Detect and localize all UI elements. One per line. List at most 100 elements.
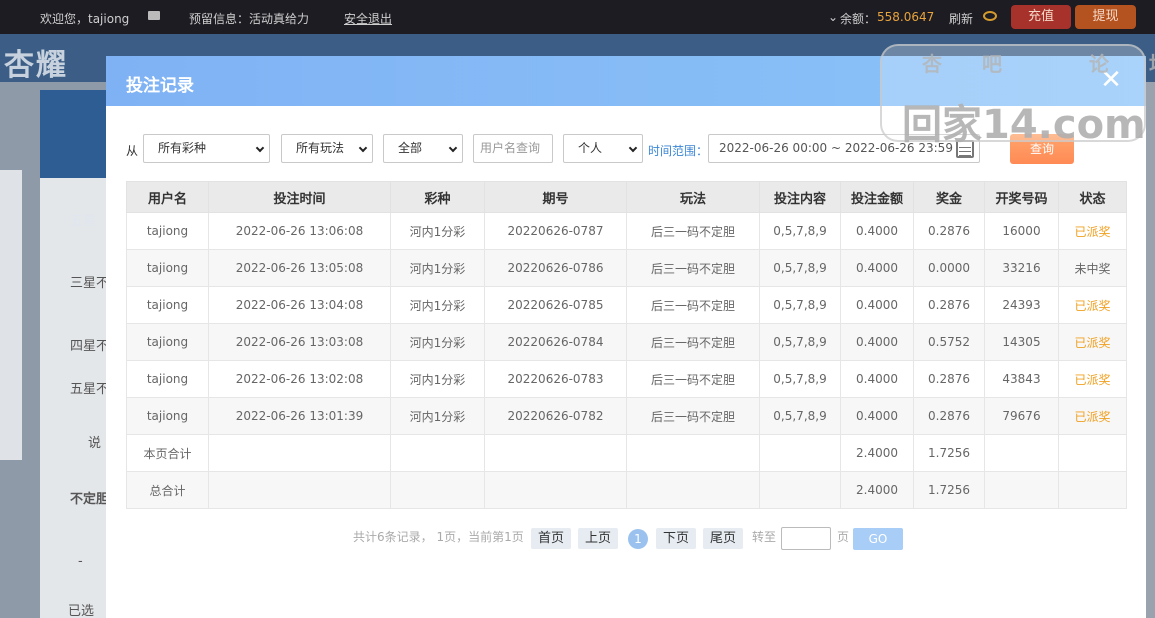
column-header: 开奖号码 — [984, 181, 1059, 213]
play-select-value: 所有玩法 — [296, 141, 345, 155]
withdraw-button[interactable]: 提现 — [1075, 5, 1136, 29]
cell-username: tajiong — [126, 360, 209, 398]
cell-draw-number: 79676 — [984, 397, 1059, 435]
cell-bonus: 0.5752 — [913, 323, 985, 361]
user-type-select[interactable]: 个人 — [563, 134, 643, 163]
cell-amount: 0.4000 — [840, 212, 914, 250]
table-row[interactable]: tajiong 2022-06-26 13:02:08 河内1分彩 202206… — [126, 360, 1127, 398]
cell-draw-number: 14305 — [984, 323, 1059, 361]
table-row[interactable]: tajiong 2022-06-26 13:04:08 河内1分彩 202206… — [126, 286, 1127, 324]
watermark-main-text: 回家14.com — [902, 102, 1146, 148]
cell-status: 已派奖 — [1058, 212, 1127, 250]
eye-hidden-icon[interactable] — [983, 11, 997, 21]
refresh-link[interactable]: 刷新 — [949, 10, 973, 27]
page-total-label: 本页合计 — [126, 434, 209, 472]
cell-bet-time: 2022-06-26 13:02:08 — [208, 360, 391, 398]
scope-select[interactable]: 全部 — [383, 134, 463, 163]
goto-page-input[interactable] — [781, 527, 831, 550]
cell-draw-number: 43843 — [984, 360, 1059, 398]
grand-total-bonus: 1.7256 — [913, 471, 985, 509]
cell-username: tajiong — [126, 397, 209, 435]
mail-icon[interactable] — [148, 11, 160, 20]
page-total-bonus: 1.7256 — [913, 434, 985, 472]
cell-username: tajiong — [126, 286, 209, 324]
background-right-strip — [1146, 82, 1155, 618]
cell-bet-time: 2022-06-26 13:03:08 — [208, 323, 391, 361]
cell-content: 0,5,7,8,9 — [759, 323, 841, 361]
cell-content: 0,5,7,8,9 — [759, 397, 841, 435]
cell-bonus: 0.2876 — [913, 360, 985, 398]
top-bar: 欢迎您，tajiong 预留信息：活动真给力 安全退出 ⌄ 余额： 558.06… — [0, 0, 1155, 34]
table-row[interactable]: tajiong 2022-06-26 13:01:39 河内1分彩 202206… — [126, 397, 1127, 435]
logout-link[interactable]: 安全退出 — [344, 10, 392, 27]
grand-total-row: 总合计 2.4000 1.7256 — [126, 471, 1127, 509]
bg-text: 五星 — [70, 214, 97, 229]
bg-text: - — [78, 554, 83, 569]
recharge-button[interactable]: 充值 — [1011, 5, 1071, 29]
cell-play: 后三一码不定胆 — [626, 212, 760, 250]
site-logo: 杏耀 — [4, 48, 68, 83]
cell-username: tajiong — [126, 323, 209, 361]
reserved-info: 预留信息：活动真给力 — [189, 12, 310, 26]
go-button[interactable]: GO — [853, 528, 903, 550]
prev-page-button[interactable]: 上页 — [578, 528, 619, 549]
last-page-button[interactable]: 尾页 — [703, 528, 744, 549]
chevron-down-icon — [255, 143, 265, 153]
username-search-input[interactable]: 用户名查询 — [473, 134, 553, 163]
chevron-down-icon — [448, 143, 458, 153]
cell-content: 0,5,7,8,9 — [759, 249, 841, 287]
column-header: 投注内容 — [759, 181, 841, 213]
cell-bonus: 0.2876 — [913, 286, 985, 324]
column-header: 奖金 — [913, 181, 985, 213]
page-total-amount: 2.4000 — [840, 434, 914, 472]
background-left-strip — [0, 170, 22, 460]
cell-status: 已派奖 — [1058, 360, 1127, 398]
welcome-text: 欢迎您，tajiong — [40, 12, 130, 26]
cell-draw-number: 16000 — [984, 212, 1059, 250]
page-unit-label: 页 — [837, 530, 850, 544]
next-page-button[interactable]: 下页 — [656, 528, 697, 549]
cell-bonus: 0.0000 — [913, 249, 985, 287]
cell-bonus: 0.2876 — [913, 397, 985, 435]
cell-status: 已派奖 — [1058, 397, 1127, 435]
cell-issue: 20220626-0782 — [484, 397, 627, 435]
column-header: 彩种 — [390, 181, 485, 213]
column-header: 用户名 — [126, 181, 209, 213]
cell-content: 0,5,7,8,9 — [759, 360, 841, 398]
cell-play: 后三一码不定胆 — [626, 323, 760, 361]
cell-draw-number: 33216 — [984, 249, 1059, 287]
column-header: 投注时间 — [208, 181, 391, 213]
cell-play: 后三一码不定胆 — [626, 360, 760, 398]
cell-amount: 0.4000 — [840, 397, 914, 435]
cell-lottery: 河内1分彩 — [390, 286, 485, 324]
cell-play: 后三一码不定胆 — [626, 397, 760, 435]
page-total-row: 本页合计 2.4000 1.7256 — [126, 434, 1127, 472]
current-page[interactable]: 1 — [628, 529, 648, 549]
play-select[interactable]: 所有玩法 — [281, 134, 373, 163]
bg-text: 四星不 — [70, 339, 110, 354]
cell-amount: 0.4000 — [840, 360, 914, 398]
first-page-button[interactable]: 首页 — [531, 528, 572, 549]
table-row[interactable]: tajiong 2022-06-26 13:06:08 河内1分彩 202206… — [126, 212, 1127, 250]
cell-status: 已派奖 — [1058, 286, 1127, 324]
watermark: 杏吧 论坛 回家14.com — [880, 44, 1155, 148]
lottery-select[interactable]: 所有彩种 — [143, 134, 270, 163]
bet-record-table: 用户名 投注时间 彩种 期号 玩法 投注内容 投注金额 奖金 开奖号码 状态 t… — [126, 181, 1127, 509]
bg-text: 五星不 — [70, 382, 110, 397]
bg-text: 已选 — [68, 604, 95, 618]
background-panel-header — [40, 90, 110, 178]
cell-username: tajiong — [126, 212, 209, 250]
balance-value: 558.0647 — [877, 10, 935, 24]
cell-draw-number: 24393 — [984, 286, 1059, 324]
cell-content: 0,5,7,8,9 — [759, 212, 841, 250]
grand-total-amount: 2.4000 — [840, 471, 914, 509]
table-row[interactable]: tajiong 2022-06-26 13:03:08 河内1分彩 202206… — [126, 323, 1127, 361]
cell-lottery: 河内1分彩 — [390, 397, 485, 435]
table-row[interactable]: tajiong 2022-06-26 13:05:08 河内1分彩 202206… — [126, 249, 1127, 287]
chevron-down-icon[interactable]: ⌄ — [828, 10, 838, 24]
from-label: 从 — [126, 144, 139, 158]
cell-amount: 0.4000 — [840, 286, 914, 324]
cell-content: 0,5,7,8,9 — [759, 286, 841, 324]
user-type-select-value: 个人 — [578, 141, 603, 155]
cell-play: 后三一码不定胆 — [626, 286, 760, 324]
